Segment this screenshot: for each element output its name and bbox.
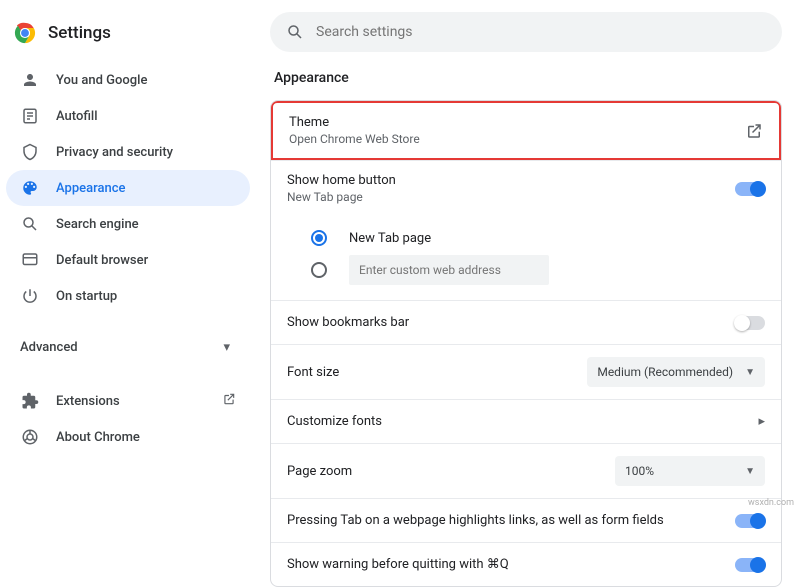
sidebar-item-label: Search engine	[56, 217, 236, 232]
chevron-down-icon: ▼	[745, 367, 755, 378]
theme-title: Theme	[289, 115, 745, 130]
advanced-label: Advanced	[20, 340, 78, 355]
extensions-icon	[20, 392, 40, 410]
quit-warning-toggle[interactable]	[735, 558, 765, 572]
search-input[interactable]	[316, 24, 766, 40]
bookmarks-toggle[interactable]	[735, 316, 765, 330]
watermark: wsxdn.com	[748, 498, 794, 508]
power-icon	[20, 287, 40, 305]
page-zoom-title: Page zoom	[287, 464, 615, 479]
theme-subtitle: Open Chrome Web Store	[289, 132, 745, 146]
search-bar[interactable]	[270, 12, 782, 52]
bookmarks-bar-row: Show bookmarks bar	[271, 300, 781, 344]
sidebar-item-about-chrome[interactable]: About Chrome	[6, 419, 250, 455]
autofill-icon	[20, 107, 40, 125]
sidebar-item-appearance[interactable]: Appearance	[6, 170, 250, 206]
sidebar-item-you-and-google[interactable]: You and Google	[6, 62, 250, 98]
home-button-toggle[interactable]	[735, 182, 765, 196]
chrome-outline-icon	[20, 428, 40, 446]
sidebar-item-label: Default browser	[56, 253, 236, 268]
chevron-right-icon: ▸	[758, 414, 765, 429]
font-size-title: Font size	[287, 365, 587, 380]
header: Settings	[0, 12, 260, 58]
radio-icon	[311, 230, 327, 246]
sidebar-item-label: Autofill	[56, 109, 236, 124]
sidebar-item-label: Extensions	[56, 394, 222, 409]
page-zoom-row: Page zoom 100% ▼	[271, 443, 781, 498]
customize-fonts-row[interactable]: Customize fonts ▸	[271, 399, 781, 443]
quit-warning-title: Show warning before quitting with ⌘Q	[287, 557, 735, 572]
font-size-select[interactable]: Medium (Recommended) ▼	[587, 357, 765, 387]
select-value: Medium (Recommended)	[597, 365, 733, 379]
sidebar-item-label: You and Google	[56, 73, 236, 88]
font-size-row: Font size Medium (Recommended) ▼	[271, 344, 781, 399]
quit-warning-row: Show warning before quitting with ⌘Q	[271, 542, 781, 586]
sidebar-item-autofill[interactable]: Autofill	[6, 98, 250, 134]
chevron-down-icon: ▼	[745, 466, 755, 477]
sidebar-advanced-toggle[interactable]: Advanced ▾	[0, 332, 260, 365]
bookmarks-title: Show bookmarks bar	[287, 315, 735, 330]
tab-highlight-toggle[interactable]	[735, 514, 765, 528]
radio-label: New Tab page	[349, 231, 431, 246]
sidebar-item-label: About Chrome	[56, 430, 236, 445]
custom-url-input[interactable]	[349, 255, 549, 285]
sidebar-item-extensions[interactable]: Extensions	[6, 383, 250, 419]
sidebar-item-search-engine[interactable]: Search engine	[6, 206, 250, 242]
sidebar-item-default-browser[interactable]: Default browser	[6, 242, 250, 278]
home-button-title: Show home button	[287, 173, 735, 188]
sidebar-item-label: Privacy and security	[56, 145, 236, 160]
theme-row[interactable]: Theme Open Chrome Web Store	[271, 101, 781, 160]
page-zoom-select[interactable]: 100% ▼	[615, 456, 765, 486]
show-home-button-row: Show home button New Tab page	[271, 160, 781, 216]
section-heading: Appearance	[274, 70, 782, 86]
search-icon	[286, 23, 304, 41]
appearance-settings-card: Theme Open Chrome Web Store Show home bu…	[270, 100, 782, 587]
appearance-icon	[20, 179, 40, 197]
sidebar-item-label: On startup	[56, 289, 236, 304]
sidebar-item-privacy[interactable]: Privacy and security	[6, 134, 250, 170]
chevron-down-icon: ▾	[223, 340, 230, 355]
search-icon	[20, 215, 40, 233]
radio-icon	[311, 262, 327, 278]
external-link-icon	[222, 392, 236, 410]
home-button-options: New Tab page	[271, 216, 781, 300]
chrome-logo-icon	[14, 22, 36, 44]
sidebar-item-label: Appearance	[56, 181, 236, 196]
sidebar-item-on-startup[interactable]: On startup	[6, 278, 250, 314]
tab-highlight-row: Pressing Tab on a webpage highlights lin…	[271, 498, 781, 542]
external-link-icon[interactable]	[745, 122, 763, 140]
page-title: Settings	[48, 23, 111, 43]
radio-new-tab-page[interactable]: New Tab page	[311, 222, 765, 254]
select-value: 100%	[625, 464, 654, 478]
radio-custom-url[interactable]	[311, 254, 765, 286]
browser-icon	[20, 251, 40, 269]
shield-icon	[20, 143, 40, 161]
tab-highlight-title: Pressing Tab on a webpage highlights lin…	[287, 513, 735, 528]
customize-fonts-title: Customize fonts	[287, 414, 758, 429]
home-button-subtitle: New Tab page	[287, 190, 735, 204]
person-icon	[20, 71, 40, 89]
